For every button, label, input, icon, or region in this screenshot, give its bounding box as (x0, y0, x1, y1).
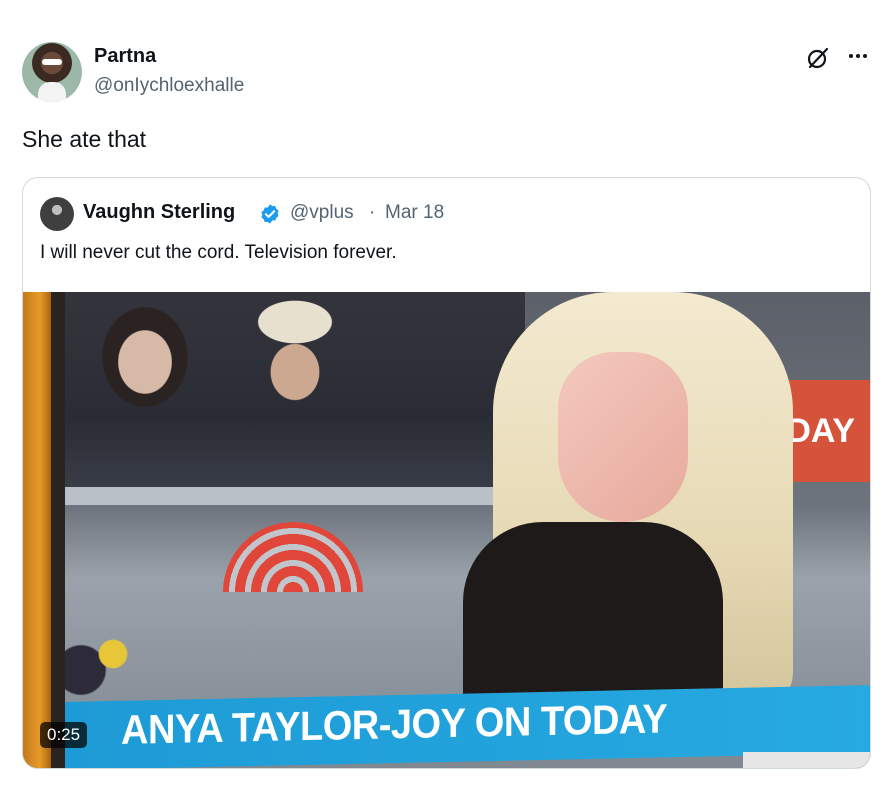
grok-icon[interactable] (806, 46, 830, 70)
video-duration-badge: 0:25 (40, 722, 88, 748)
verified-badge-icon (261, 204, 279, 224)
author-name[interactable]: Partna (94, 45, 156, 68)
video-player[interactable]: DAY ANYA TAYLOR-JOY ON TODAY 0:25 (23, 292, 870, 768)
news-ticker (743, 752, 870, 768)
more-icon[interactable] (846, 44, 870, 68)
video-flowers (65, 622, 145, 702)
quoted-post-text: I will never cut the cord. Television fo… (40, 242, 397, 263)
tv-edge (23, 292, 51, 768)
quoted-post-card[interactable]: Vaughn Sterling @vplus · Mar 18 I will n… (22, 177, 871, 769)
avatar-shirt (38, 82, 66, 102)
quoted-author-handle[interactable]: @vplus (290, 202, 354, 224)
post-text: She ate that (22, 126, 147, 152)
author-handle[interactable]: @onIychloexhalle (94, 75, 244, 97)
tv-bezel (51, 292, 65, 768)
quoted-author-avatar[interactable] (40, 197, 74, 231)
guest-face (558, 352, 688, 522)
video-crowd (65, 292, 525, 502)
author-avatar[interactable] (22, 42, 82, 102)
separator-dot: · (369, 202, 376, 223)
quoted-post-date[interactable]: Mar 18 (385, 202, 444, 224)
avatar-glasses (42, 59, 62, 65)
quoted-author-name[interactable]: Vaughn Sterling (83, 201, 235, 224)
